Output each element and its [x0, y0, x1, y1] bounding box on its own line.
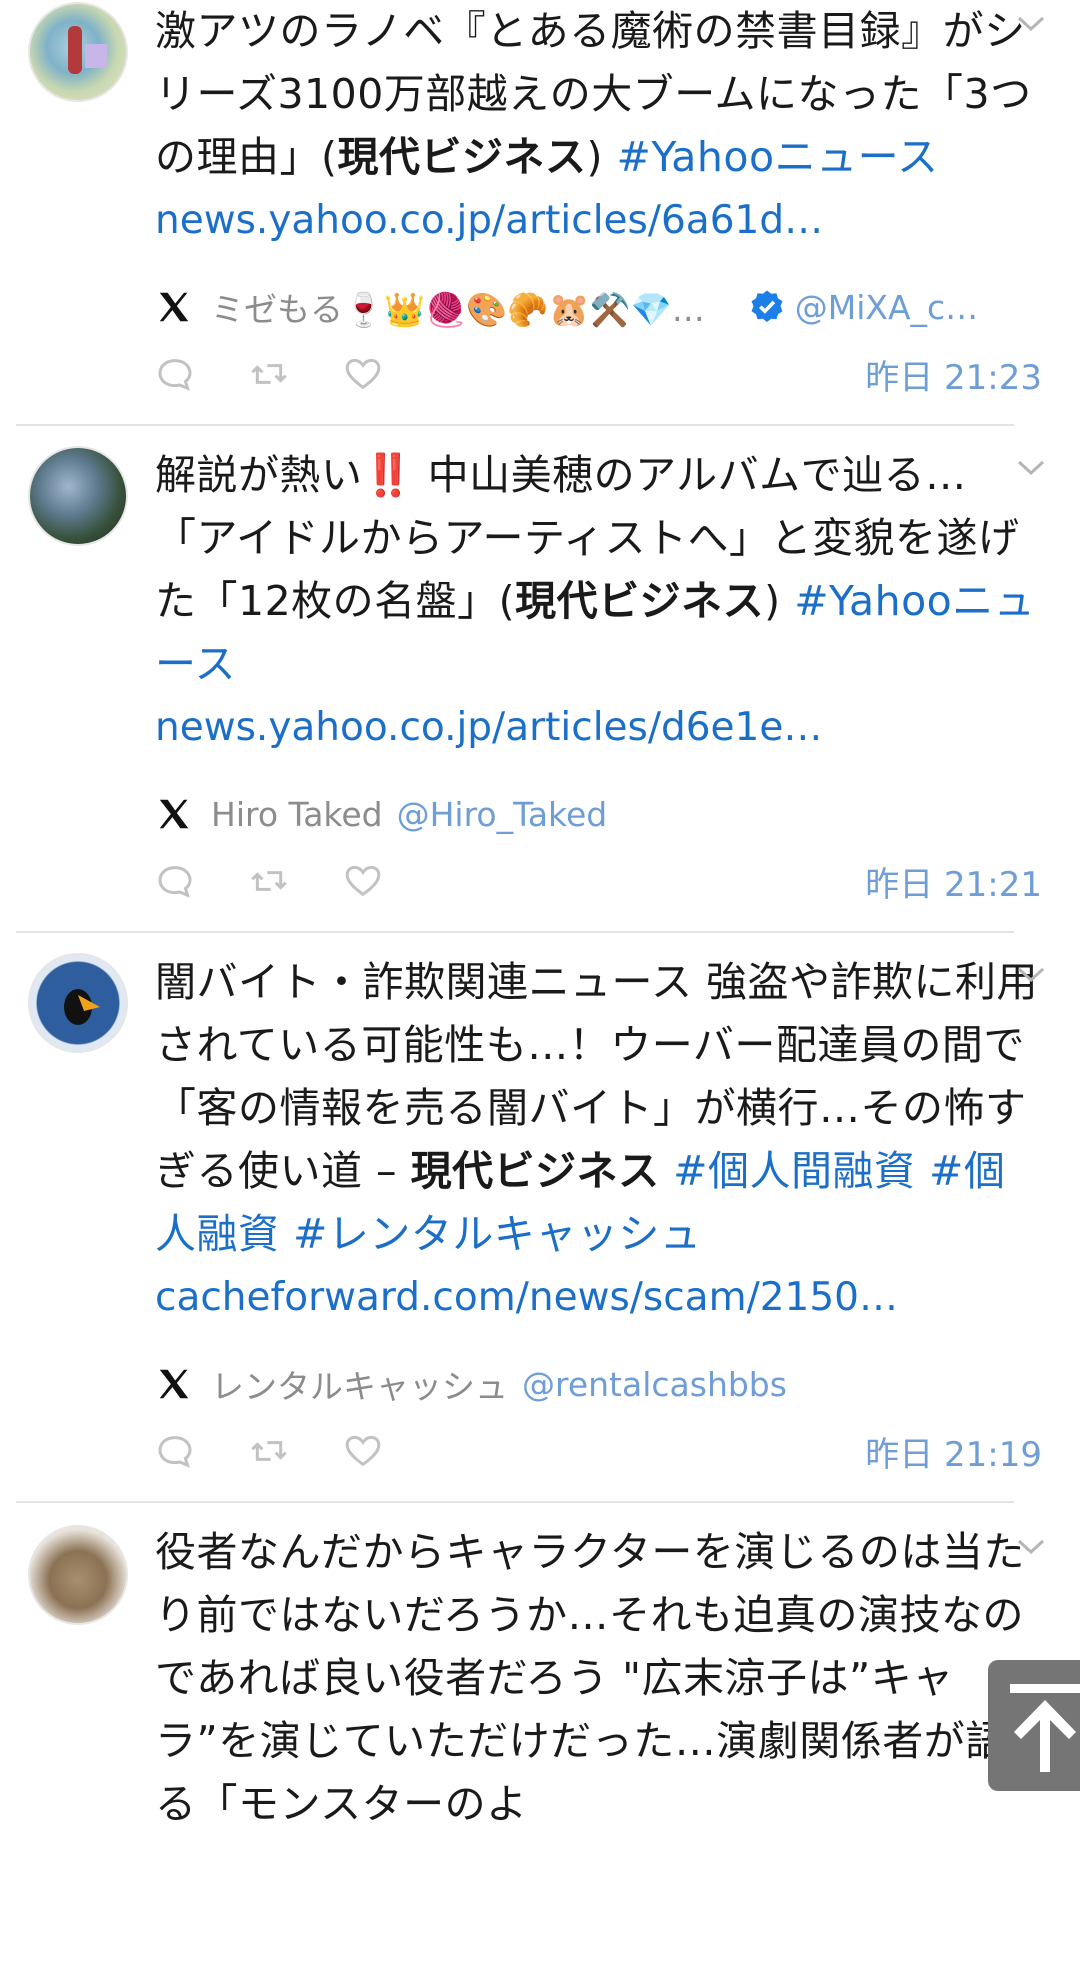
- reply-icon[interactable]: [155, 1431, 195, 1471]
- arrow-up-icon: [1010, 1684, 1080, 1772]
- avatar[interactable]: [28, 953, 128, 1053]
- like-icon[interactable]: [343, 861, 383, 901]
- chevron-down-icon[interactable]: [1016, 1537, 1046, 1557]
- tweet-card[interactable]: 激アツのラノベ『とある魔術の禁書目録』がシリーズ3100万部越えの大ブームになっ…: [0, 0, 1080, 426]
- source-name: 現代ビジネス: [410, 1147, 660, 1195]
- tweet-card[interactable]: 闇バイト・詐欺関連ニュース 強盗や詐欺に利用されている可能性も…！ウーバー配達員…: [0, 933, 1080, 1503]
- author-name: Hiro Taked: [211, 794, 383, 834]
- avatar[interactable]: [28, 446, 128, 546]
- action-bar: 昨日 21:21: [155, 851, 1042, 911]
- tweet-link[interactable]: news.yahoo.co.jp/articles/d6e1e…: [155, 696, 1040, 759]
- avatar[interactable]: [28, 1525, 128, 1625]
- author-name: ミゼもる🍷👑🧶🎨🥐🐹⚒️💎…: [211, 290, 705, 329]
- x-logo-icon: [159, 1369, 189, 1399]
- tweet-text: 闇バイト・詐欺関連ニュース 強盗や詐欺に利用されている可能性も…！ウーバー配達員…: [155, 958, 1038, 1258]
- reply-icon[interactable]: [155, 354, 195, 394]
- author-row[interactable]: Hiro Taked @Hiro_Taked: [155, 789, 1040, 839]
- author-row[interactable]: ミゼもる🍷👑🧶🎨🥐🐹⚒️💎… @MiXA_c…: [155, 282, 1040, 332]
- action-bar: 昨日 21:19: [155, 1421, 1042, 1481]
- timestamp[interactable]: 昨日 21:23: [865, 350, 1042, 399]
- verified-badge-icon: [751, 290, 783, 322]
- reply-icon[interactable]: [155, 861, 195, 901]
- timestamp[interactable]: 昨日 21:19: [865, 1427, 1042, 1476]
- author-name: レンタルキャッシュ: [211, 1367, 508, 1406]
- tweet-link[interactable]: cacheforward.com/news/scam/2150…: [155, 1266, 1040, 1329]
- like-icon[interactable]: [343, 354, 383, 394]
- timeline-feed: 激アツのラノベ『とある魔術の禁書目録』がシリーズ3100万部越えの大ブームになっ…: [0, 0, 1080, 1836]
- scroll-to-top-button[interactable]: [988, 1660, 1080, 1791]
- author-handle: @MiXA_c…: [794, 287, 979, 327]
- like-icon[interactable]: [343, 1431, 383, 1471]
- source-name: 現代ビジネス: [515, 577, 765, 625]
- x-logo-icon: [159, 799, 189, 829]
- author-handle: @rentalcashbbs: [522, 1364, 787, 1404]
- tweet-text: 役者なんだからキャラクターを演じるのは当たり前ではないだろうか…それも迫真の演技…: [155, 1528, 1025, 1828]
- source-name: 現代ビジネス: [337, 133, 587, 181]
- avatar[interactable]: [28, 2, 128, 102]
- retweet-icon[interactable]: [249, 861, 289, 901]
- tweet-card[interactable]: 解説が熱い‼️ 中山美穂のアルバムで辿る…「アイドルからアーティストへ」と変貌を…: [0, 426, 1080, 933]
- x-logo-icon: [159, 292, 189, 322]
- timestamp[interactable]: 昨日 21:21: [865, 857, 1042, 906]
- tweet-text: 激アツのラノベ『とある魔術の禁書目録』がシリーズ3100万部越えの大ブームになっ…: [155, 7, 1032, 181]
- tweet-card[interactable]: 役者なんだからキャラクターを演じるのは当たり前ではないだろうか…それも迫真の演技…: [0, 1503, 1080, 1836]
- tweet-link[interactable]: news.yahoo.co.jp/articles/6a61d…: [155, 189, 1040, 252]
- chevron-down-icon[interactable]: [1016, 965, 1046, 985]
- retweet-icon[interactable]: [249, 354, 289, 394]
- retweet-icon[interactable]: [249, 1431, 289, 1471]
- tweet-text: 解説が熱い‼️ 中山美穂のアルバムで辿る…「アイドルからアーティストへ」と変貌を…: [155, 451, 1036, 688]
- hashtags[interactable]: #Yahooニュース: [617, 133, 939, 181]
- action-bar: 昨日 21:23: [155, 344, 1042, 404]
- chevron-down-icon[interactable]: [1016, 14, 1046, 34]
- chevron-down-icon[interactable]: [1016, 458, 1046, 478]
- author-handle: @Hiro_Taked: [396, 794, 608, 834]
- author-row[interactable]: レンタルキャッシュ @rentalcashbbs: [155, 1359, 1040, 1409]
